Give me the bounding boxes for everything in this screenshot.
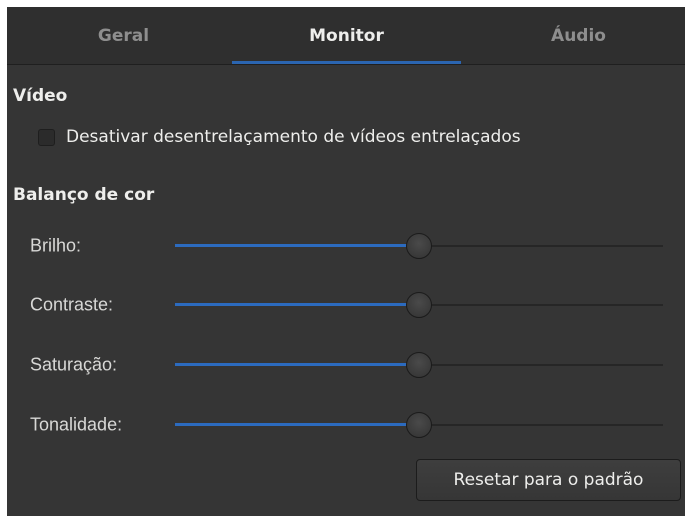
color-balance-section-title: Balanço de cor (13, 185, 155, 205)
reset-defaults-button[interactable]: Resetar para o padrão (416, 459, 681, 501)
slider-row-brightness: Brilho: (7, 226, 685, 266)
tab-audio[interactable]: Áudio (462, 7, 685, 64)
preferences-window: Geral Monitor Áudio Vídeo Desativar dese… (7, 7, 685, 516)
deinterlace-option[interactable]: Desativar desentrelaçamento de vídeos en… (38, 127, 521, 147)
hue-slider-knob[interactable] (406, 412, 432, 438)
brightness-label: Brilho: (30, 235, 82, 256)
brightness-slider-knob[interactable] (406, 233, 432, 259)
slider-row-saturation: Saturação: (7, 345, 685, 385)
saturation-label: Saturação: (30, 354, 118, 375)
brightness-slider[interactable] (175, 233, 663, 259)
saturation-slider-fill (175, 363, 419, 366)
hue-slider-fill (175, 423, 419, 426)
deinterlace-label[interactable]: Desativar desentrelaçamento de vídeos en… (66, 127, 521, 147)
slider-row-hue: Tonalidade: (7, 405, 685, 445)
video-section-title: Vídeo (13, 86, 68, 106)
slider-row-contrast: Contraste: (7, 285, 685, 325)
tab-geral-label: Geral (97, 25, 150, 46)
tab-monitor[interactable]: Monitor (230, 7, 463, 64)
contrast-slider-fill (175, 303, 419, 306)
contrast-slider[interactable] (175, 292, 663, 318)
reset-defaults-label: Resetar para o padrão (453, 470, 644, 490)
active-tab-indicator (232, 61, 461, 64)
contrast-slider-knob[interactable] (406, 292, 432, 318)
hue-slider[interactable] (175, 412, 663, 438)
saturation-slider-knob[interactable] (406, 352, 432, 378)
tab-geral[interactable]: Geral (7, 7, 240, 64)
contrast-label: Contraste: (30, 294, 114, 315)
tab-audio-label: Áudio (551, 25, 606, 46)
tab-bar: Geral Monitor Áudio (7, 7, 685, 65)
tab-monitor-label: Monitor (309, 25, 384, 46)
saturation-slider[interactable] (175, 352, 663, 378)
deinterlace-checkbox[interactable] (38, 128, 55, 146)
brightness-slider-fill (175, 244, 419, 247)
hue-label: Tonalidade: (30, 414, 123, 435)
